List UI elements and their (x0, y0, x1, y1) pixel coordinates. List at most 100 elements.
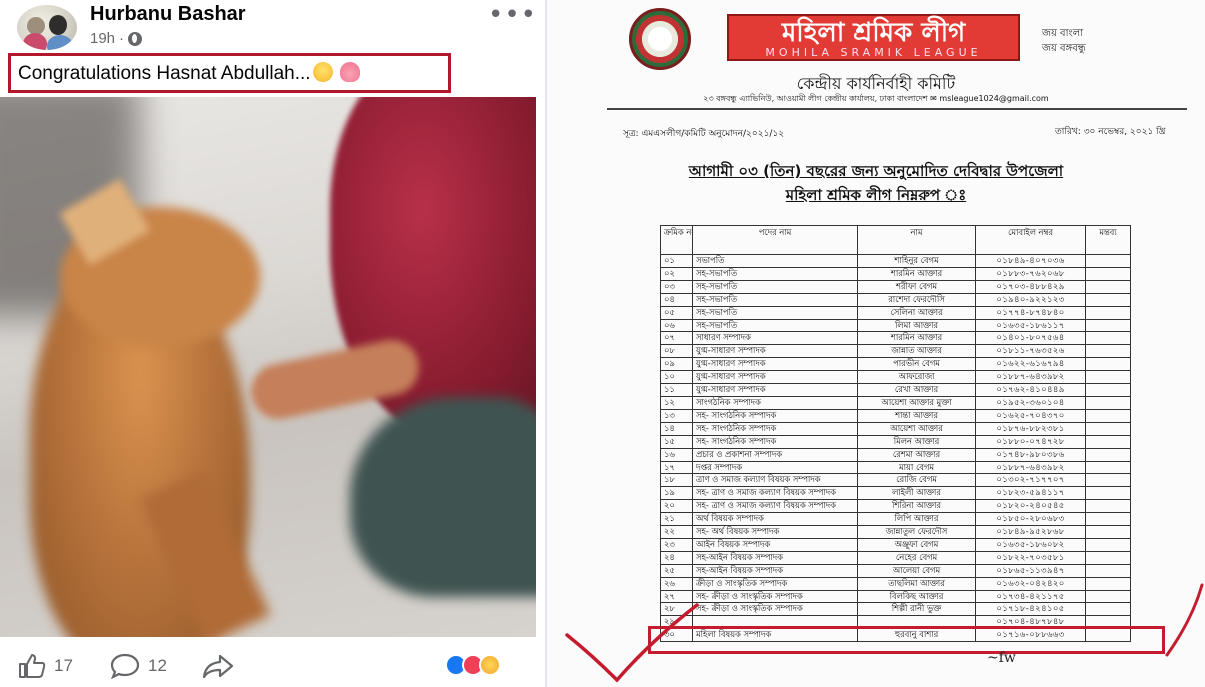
table-cell: ০১৮৬৫-১১৩৯৪৭ (975, 563, 1086, 578)
header-rule (607, 108, 1187, 110)
avatar[interactable] (17, 5, 77, 50)
organization-logo-icon (629, 8, 691, 70)
table-cell: ০১৮৮০-০৭৪৭২৮ (975, 434, 1086, 449)
table-cell: রেখা আক্তার (857, 383, 976, 397)
table-cell-remarks (1085, 576, 1131, 591)
facebook-post: Hurbanu Bashar 19h · ••• Congratulations… (0, 0, 545, 687)
office-address: ২৩ বঙ্গবন্ধু এ্যাভিনিউ, আওয়ামী লীগ কেন্… (703, 94, 1049, 103)
table-row: ২৫ সহ-আইন বিষয়ক সম্পাদক আলেয়া বেগম ০১৮৬৫-… (660, 563, 1131, 578)
table-cell: ০১৮২২-৭০৩৫৮১ (975, 550, 1086, 565)
table-row: ০৫ সহ-সভাপতি সেলিনা আক্তার ০১৭৭৪-৮৭৪৮৪০ (660, 305, 1131, 320)
share-button[interactable] (202, 653, 234, 679)
comment-count: 12 (148, 656, 167, 675)
table-cell-remarks (1085, 305, 1131, 320)
table-cell-remarks (1085, 563, 1131, 578)
table-cell: সহ- ত্রাণ ও সমাজ কল্যাণ বিষয়ক সম্পাদক (692, 499, 858, 514)
table-cell-remarks (1085, 408, 1131, 423)
table-cell: সহ- সাংগঠনিক সম্পাদক (692, 408, 858, 423)
table-cell: পারভীন বেগম (857, 357, 976, 372)
table-cell: ০১৬২২-৬১৬৭৯৪ (975, 357, 1086, 372)
table-cell: ১২ (660, 395, 693, 410)
table-cell: আলেয়া বেগম (857, 563, 976, 578)
table-cell-remarks (1085, 499, 1131, 514)
table-cell: সাংগঠনিক সম্পাদক (692, 395, 858, 410)
table-cell: ০৮ (660, 344, 693, 359)
table-cell: সহ-সভাপতি (692, 279, 858, 294)
table-cell: দপ্তর সম্পাদক (692, 460, 858, 475)
table-row: ২৪ সহ-আইন বিষয়ক সম্পাদক নেহের বেগম ০১৮২২-৭… (660, 550, 1131, 565)
table-cell: শরীফা বেগম (857, 279, 976, 294)
table-row: ০৯ যুগ্ম-সাধারণ সম্পাদক পারভীন বেগম ০১৬২২-৬… (660, 357, 1131, 372)
table-cell: ০১৮২০-২৪০৫৪৫ (975, 499, 1086, 514)
care-reaction-icon (479, 654, 501, 676)
table-column-header: নাম (857, 225, 976, 255)
table-column-header: ক্রমিক নং (660, 225, 693, 255)
table-column-header: মন্তব্য (1085, 225, 1131, 255)
table-cell: রাশেদা ফেরদৌসি (857, 292, 976, 307)
table-cell: ০৩ (660, 279, 693, 294)
table-cell: ০৭ (660, 331, 693, 346)
table-row: ১০ যুগ্ম-সাধারণ সম্পাদক আফরোজা ০১৮৮৭-৬৪৩৯৮২ (660, 370, 1131, 385)
table-cell-remarks (1085, 383, 1131, 397)
table-cell: শারমিন আক্তার (857, 266, 976, 281)
reaction-summary[interactable] (445, 654, 525, 676)
committee-document: মহিলা শ্রমিক লীগ MOHILA SRAMIK LEAGUE জয… (547, 0, 1205, 687)
table-cell: সহ- ক্রীড়া ও সাংস্কৃতিক সম্পাদক (692, 589, 858, 604)
table-cell: ০১৭৭৪-৮৭৪৮৪০ (975, 305, 1086, 320)
table-cell: ০১৭৬২-৪১০৪৪৯ (975, 383, 1086, 397)
post-meta: 19h · (90, 30, 143, 47)
table-cell: ত্রাণ ও সমাজ কল্যাণ বিষয়ক সম্পাদক (692, 473, 858, 488)
table-cell-remarks (1085, 357, 1131, 372)
table-cell: ০১৮৫০-২৮০৬৮৩ (975, 512, 1086, 527)
table-cell: ১৭ (660, 460, 693, 475)
like-button[interactable]: 17 (18, 653, 73, 679)
table-cell-remarks (1085, 460, 1131, 475)
table-cell: আয়েশা আক্তার (857, 421, 976, 436)
comment-button[interactable]: 12 (110, 653, 167, 679)
table-cell: লিপি আক্তার (857, 512, 976, 527)
table-cell: ০১৮৪৯-৪০৭০৩৬ (975, 254, 1086, 268)
table-row: ২৭ সহ- ক্রীড়া ও সাংস্কৃতিক সম্পাদক বিলকিছ… (660, 589, 1131, 604)
post-video[interactable] (0, 97, 536, 637)
organization-banner: মহিলা শ্রমিক লীগ MOHILA SRAMIK LEAGUE (727, 14, 1020, 61)
table-cell: ১৪ (660, 421, 693, 436)
post-time[interactable]: 19h (90, 30, 115, 47)
more-options-icon[interactable]: ••• (488, 0, 537, 30)
red-checkmark-icon (565, 603, 699, 683)
table-row: ২৮ সহ- ক্রীড়া ও সাংস্কৃতিক সম্পাদক শিল্পী… (660, 602, 1131, 617)
table-cell: সেলিনা আক্তার (857, 305, 976, 320)
table-row: ২৩ আইন বিষয়ক সম্পাদক অঞ্জুফা বেগম ০১৬৩৫-১৮… (660, 537, 1131, 552)
signature: ~fw (987, 650, 1016, 666)
table-cell-remarks (1085, 421, 1131, 436)
document-heading-2: মহিলা শ্রমিক লীগ নিম্নরুপ ঃ (785, 186, 967, 204)
table-row: ২২ সহ- অর্থ বিষয়ক সম্পাদক জান্নাতুল ফেরদৌ… (660, 525, 1131, 539)
post-author-name[interactable]: Hurbanu Bashar (90, 3, 246, 26)
table-cell: ক্রীড়া ও সাংস্কৃতিক সম্পাদক (692, 576, 858, 591)
table-row: ১৮ ত্রাণ ও সমাজ কল্যাণ বিষয়ক সম্পাদক রোজি… (660, 473, 1131, 488)
table-column-header: মোবাইল নম্বর (975, 225, 1086, 255)
table-cell: ১১ (660, 383, 693, 397)
like-count: 17 (54, 656, 73, 675)
table-cell: ০১৮৮৩-৭৬২০৬৮ (975, 266, 1086, 281)
table-cell: ২১ (660, 512, 693, 527)
table-cell: লাইলী আক্তার (857, 486, 976, 501)
table-cell: ২০ (660, 499, 693, 514)
table-cell-remarks (1085, 395, 1131, 410)
table-cell: ০১৮৪৯-৯৫২৮৬৮ (975, 525, 1086, 539)
table-cell: ০১৯৫২-৩৬০১০৪ (975, 395, 1086, 410)
table-cell: তাছলিমা আক্তার (857, 576, 976, 591)
table-cell-remarks (1085, 486, 1131, 501)
table-cell-remarks (1085, 434, 1131, 449)
table-row: ২০ সহ- ত্রাণ ও সমাজ কল্যাণ বিষয়ক সম্পাদক… (660, 499, 1131, 514)
table-cell-remarks (1085, 279, 1131, 294)
table-cell: অর্থ বিষয়ক সম্পাদক (692, 512, 858, 527)
table-cell: আয়েশা আক্তার মুক্তা (857, 395, 976, 410)
table-row: ০২ সহ-সভাপতি শারমিন আক্তার ০১৮৮৩-৭৬২০৬৮ (660, 266, 1131, 281)
table-cell: সহ- সাংগঠনিক সম্পাদক (692, 434, 858, 449)
table-row: ১৪ সহ- সাংগঠনিক সম্পাদক আয়েশা আক্তার ০১৮৭৬… (660, 421, 1131, 436)
table-cell: লিমা আক্তার (857, 318, 976, 333)
table-cell: ২৪ (660, 550, 693, 565)
reference-number: সূত্র: এমএসলীগ/কমিটি অনুমোদন/২০২১/১২ (623, 129, 785, 139)
table-cell: ০১৪০১-৮০৭৫৬৪ (975, 331, 1086, 346)
table-cell: ০১৮৭৬-৮৮২৩৮১ (975, 421, 1086, 436)
